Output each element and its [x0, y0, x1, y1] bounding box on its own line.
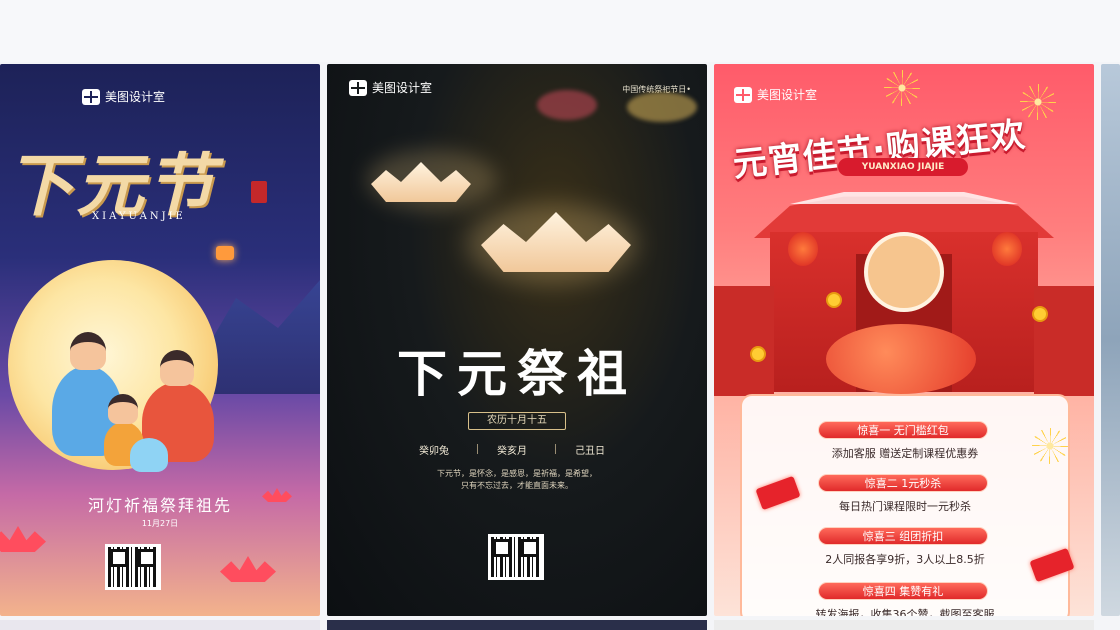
next-row-card-preview[interactable] [714, 620, 1094, 630]
child-head [108, 394, 138, 424]
next-row-card-preview[interactable] [0, 620, 320, 630]
top-bar [0, 0, 1120, 62]
meitu-logo-icon [349, 79, 367, 96]
brand-label: 美图设计室 [349, 79, 432, 96]
offer-tag: 惊喜二 1元秒杀 [818, 474, 988, 492]
lunar-date: 农历十月十五 [468, 412, 566, 430]
lantern-icon [788, 232, 818, 266]
coin-icon [750, 346, 766, 362]
brand-name: 美图设计室 [372, 81, 433, 95]
firework-icon [1020, 84, 1056, 120]
divider [477, 444, 478, 454]
brand-label: 美图设计室 [82, 88, 165, 105]
seal-stamp-icon [251, 181, 267, 203]
toddler-figure [130, 438, 168, 472]
lantern-icon [216, 246, 234, 260]
ganzhi-year: 癸卯兔 [419, 446, 449, 457]
poster-subtitle: XIAYUANJIE [92, 211, 186, 222]
offer-desc: 添加客服 赠送定制课程优惠券 [831, 447, 979, 460]
offer-tag: 惊喜一 无门槛红包 [818, 421, 988, 439]
temple-wall [714, 286, 774, 396]
poster-date: 11月27日 [141, 519, 179, 528]
poster-pill: YUANXIAO JIAJIE [838, 158, 968, 176]
template-card-xiayuanjie[interactable]: 美图设计室 下元节 XIAYUANJIE 河灯祈福祭拜祖先 11月27日 [0, 64, 320, 616]
temple-wall [1034, 286, 1094, 396]
qr-code-icon [488, 534, 544, 580]
poster-title: 下元祭祖 [397, 344, 637, 403]
brand-name: 美图设计室 [757, 88, 818, 102]
ox-mascot-illustration [864, 232, 944, 312]
next-row-card-preview[interactable] [327, 620, 707, 630]
template-card-xiayuan-jizu[interactable]: 美图设计室 中国传统祭祀节日• 下元祭祖 农历十月十五 癸卯兔 癸亥月 己丑日 … [327, 64, 707, 616]
bokeh-light [627, 92, 697, 122]
roof-snow [790, 192, 1018, 204]
lotus-icon [220, 556, 276, 582]
offer-desc: 转发海报，收集36个赞，截图至客服 [815, 608, 995, 616]
offer-desc: 2人同报各享9折，3人以上8.5折 [825, 553, 985, 566]
lotus-icon [0, 526, 46, 552]
ganzhi-day: 己丑日 [575, 446, 605, 457]
mother-head [160, 350, 194, 386]
template-card-partial[interactable] [1101, 64, 1120, 616]
ganzhi-month: 癸亥月 [497, 446, 527, 457]
family-illustration [42, 326, 222, 476]
poster-caption: 河灯祈福祭拜祖先 [87, 496, 232, 515]
meitu-logo-icon [734, 86, 752, 103]
lantern-icon [992, 232, 1022, 266]
brand-label: 美图设计室 [734, 86, 817, 103]
coin-icon [826, 292, 842, 308]
offer-tag: 惊喜三 组团折扣 [818, 527, 988, 545]
qr-code-icon [105, 544, 161, 590]
meitu-logo-icon [82, 88, 100, 105]
offer-tag: 惊喜四 集赞有礼 [818, 582, 988, 600]
divider [555, 444, 556, 454]
firework-icon [884, 70, 920, 106]
coin-icon [1032, 306, 1048, 322]
koi-fish-illustration [826, 324, 976, 394]
verse-line: 下元节，是怀念，是感恩，是祈福，是希望， [437, 469, 597, 478]
firework-icon [1032, 428, 1068, 464]
bokeh-light [537, 90, 597, 120]
template-card-yuanxiao[interactable]: 美图设计室 元宵佳节·购课狂欢 YUANXIAO JIAJIE 惊喜一 无门槛红… [714, 64, 1094, 616]
father-head [70, 332, 106, 370]
verse-line: 只有不忘过去，才能直面未来。 [461, 481, 573, 490]
brand-name: 美图设计室 [105, 90, 166, 104]
